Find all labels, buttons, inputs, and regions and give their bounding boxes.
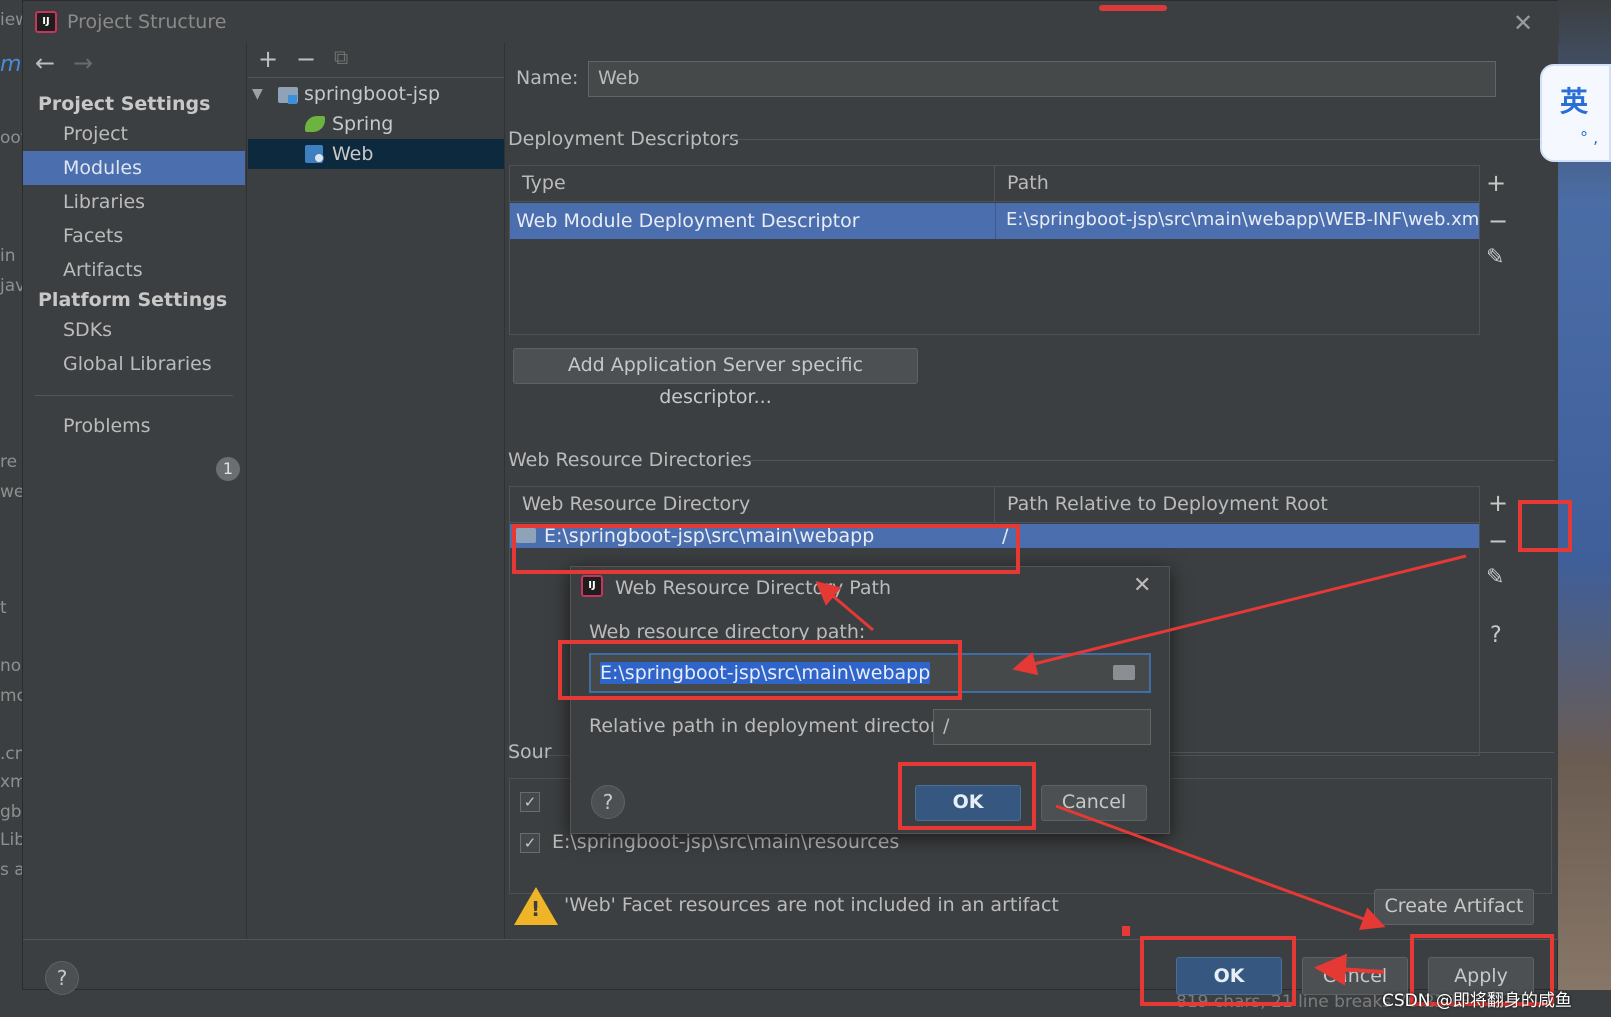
warning-text: 'Web' Facet resources are not included i… (564, 894, 1059, 916)
tree-label: springboot-jsp (304, 83, 441, 105)
remove-web-resource-icon[interactable]: − (1488, 527, 1508, 555)
back-arrow-icon[interactable]: ← (35, 49, 55, 77)
add-server-descriptor-button[interactable]: Add Application Server specific descript… (513, 348, 918, 408)
close-icon[interactable]: ✕ (1133, 573, 1151, 598)
annotation-mark (1099, 5, 1167, 11)
tree-label: Web (332, 143, 374, 165)
annotation-box (898, 762, 1036, 830)
ime-punctuation: ° , (1580, 128, 1599, 147)
nav-item-sdks[interactable]: SDKs (23, 313, 245, 347)
relative-path-label: Relative path in deployment directory: (589, 715, 954, 737)
remove-icon[interactable]: − (296, 45, 316, 73)
problems-count-badge: 1 (216, 457, 240, 481)
help-icon[interactable]: ? (1490, 623, 1502, 648)
sub-dialog-title: Web Resource Directory Path (615, 577, 891, 599)
cell-divider (995, 203, 996, 239)
title-bar: IJ Project Structure ✕ (23, 1, 1559, 43)
bg-fragment: in (0, 246, 16, 266)
name-field[interactable]: Web (588, 61, 1496, 97)
help-button[interactable]: ? (45, 961, 79, 995)
sub-dialog-cancel-button[interactable]: Cancel (1041, 785, 1147, 821)
column-header-path[interactable]: Path (995, 166, 1479, 202)
edit-descriptor-icon[interactable]: ✎ (1486, 245, 1504, 270)
csdn-watermark: CSDN @即将翻身的咸鱼 (1382, 991, 1572, 1011)
source-roots-title: Sour (508, 741, 552, 763)
nav-item-facets[interactable]: Facets (23, 219, 245, 253)
bg-fragment: m (0, 52, 22, 77)
deployment-descriptors-title: Deployment Descriptors (508, 128, 739, 150)
module-tree-panel: + − ⧉ ▼ springboot-jsp Spring Web (248, 43, 505, 939)
column-header-relative-path[interactable]: Path Relative to Deployment Root (995, 487, 1479, 523)
module-badge-icon (288, 95, 297, 104)
add-web-resource-icon[interactable]: + (1488, 489, 1508, 517)
annotation-mark (1122, 926, 1130, 936)
name-label: Name: (516, 67, 579, 89)
nav-item-artifacts[interactable]: Artifacts (23, 253, 245, 287)
copy-icon[interactable]: ⧉ (334, 45, 348, 69)
globe-icon (314, 153, 324, 163)
annotation-box (558, 640, 962, 700)
tree-item-spring[interactable]: Spring (248, 109, 504, 139)
add-descriptor-icon[interactable]: + (1486, 169, 1506, 197)
background-left-strip: iew m oot in jav re we t nor mc .cn xml … (0, 0, 32, 1017)
footer-divider (23, 939, 1559, 940)
warning-exclamation-icon: ! (531, 897, 541, 921)
tree-item-web[interactable]: Web (248, 139, 504, 169)
spring-leaf-icon (305, 116, 325, 132)
edit-web-resource-icon[interactable]: ✎ (1486, 565, 1504, 590)
nav-item-problems[interactable]: Problems (23, 409, 245, 443)
bg-fragment: t (0, 598, 7, 618)
column-header-type[interactable]: Type (510, 166, 995, 202)
web-resource-directory-path-dialog: IJ Web Resource Directory Path ✕ Web res… (570, 566, 1170, 834)
annotation-box (1518, 500, 1572, 552)
deployment-descriptors-table: Type Path Web Module Deployment Descript… (509, 165, 1480, 335)
tree-label: Spring (332, 113, 394, 135)
ime-language-char: 英 (1560, 85, 1589, 118)
project-settings-header: Project Settings (38, 93, 211, 115)
nav-divider (35, 395, 233, 396)
nav-item-modules[interactable]: Modules (23, 151, 245, 185)
column-header-web-resource-directory[interactable]: Web Resource Directory (510, 487, 995, 523)
table-row[interactable]: Web Module Deployment Descriptor E:\spri… (510, 203, 1479, 239)
window-title: Project Structure (67, 11, 227, 33)
section-divider (738, 460, 1554, 461)
platform-settings-header: Platform Settings (38, 289, 228, 311)
ime-widget[interactable]: 英 ° , (1540, 64, 1611, 162)
section-divider (724, 139, 1554, 140)
browse-folder-icon[interactable] (1113, 665, 1135, 680)
annotation-box (512, 524, 1020, 574)
annotation-box (1140, 936, 1296, 1006)
source-root-checkbox[interactable]: ✓ (520, 833, 540, 853)
remove-descriptor-icon[interactable]: − (1488, 207, 1508, 235)
nav-item-project[interactable]: Project (23, 117, 245, 151)
create-artifact-button[interactable]: Create Artifact (1374, 889, 1534, 925)
relative-path-input[interactable]: / (933, 709, 1151, 745)
settings-nav: ← → Project Settings Project Modules Lib… (23, 43, 247, 939)
nav-item-global-libraries[interactable]: Global Libraries (23, 347, 245, 381)
add-icon[interactable]: + (258, 45, 278, 73)
bg-fragment: re (0, 452, 18, 472)
web-resource-directories-title: Web Resource Directories (508, 449, 752, 471)
descriptor-path-cell: E:\springboot-jsp\src\main\webapp\WEB-IN… (1006, 209, 1479, 230)
expand-triangle-icon[interactable]: ▼ (252, 79, 263, 109)
tree-item-springboot-jsp[interactable]: ▼ springboot-jsp (248, 79, 504, 109)
intellij-logo-icon: IJ (581, 575, 603, 597)
tree-toolbar-divider (248, 77, 504, 78)
sub-dialog-help-button[interactable]: ? (591, 785, 625, 819)
intellij-logo-icon: IJ (35, 11, 57, 33)
source-root-path: E:\springboot-jsp\src\main\resources (552, 831, 900, 853)
forward-arrow-icon[interactable]: → (73, 49, 93, 77)
source-root-checkbox[interactable]: ✓ (520, 792, 540, 812)
nav-item-libraries[interactable]: Libraries (23, 185, 245, 219)
project-structure-dialog: IJ Project Structure ✕ ← → Project Setti… (22, 0, 1559, 995)
close-icon[interactable]: ✕ (1513, 9, 1533, 37)
descriptor-type-cell: Web Module Deployment Descriptor (516, 210, 860, 232)
bg-fragment: we (0, 482, 25, 502)
